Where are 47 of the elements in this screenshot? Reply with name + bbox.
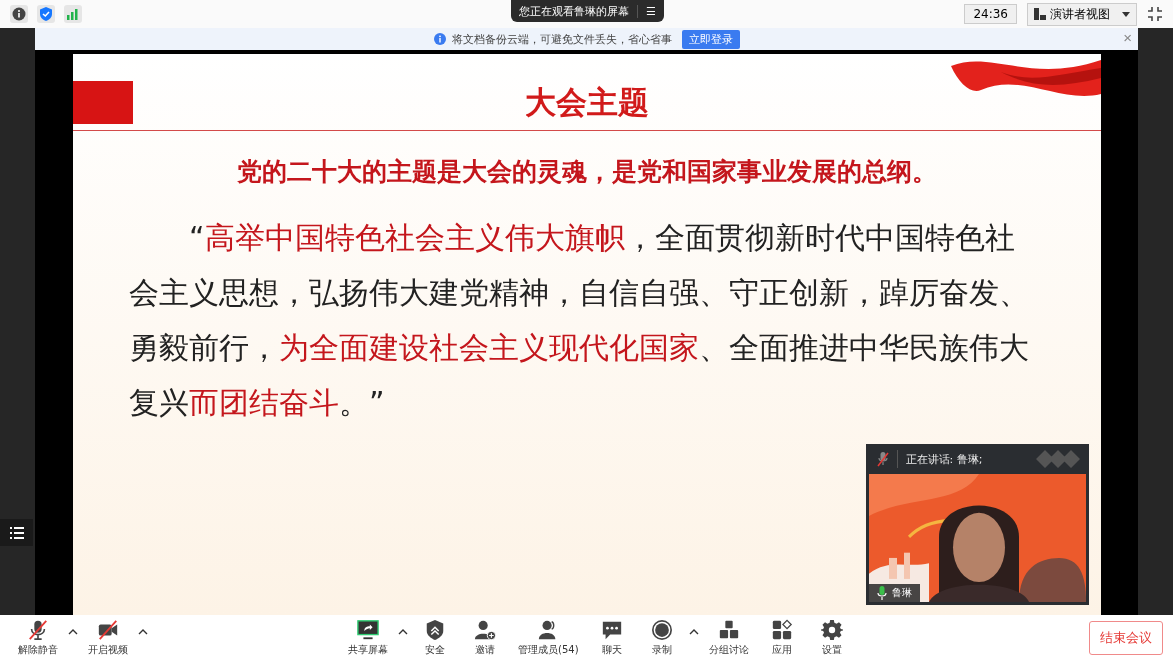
record-icon [650,618,673,641]
menu-button[interactable] [0,519,33,546]
camera-button[interactable]: 开启视频 [80,618,136,657]
login-button[interactable]: 立即登录 [681,29,740,49]
breakout-button[interactable]: 分组讨论 [700,618,757,657]
share-button[interactable]: 共享屏幕 [340,618,396,657]
caret-icon[interactable] [138,628,148,635]
blocks-icon [717,618,740,641]
logo-icon [1035,450,1080,468]
notice-text: 将文档备份云端，可避免文件丢失，省心省事 [451,31,672,47]
shield-icon[interactable] [37,5,55,23]
shield-button[interactable]: 安全 [410,618,460,657]
members-button[interactable]: 管理成员(54) [510,618,587,657]
screen-share-icon [357,618,379,641]
chat-button[interactable]: 聊天 [586,618,637,657]
view-menu-button[interactable]: ☰ [637,4,656,18]
slide-title: 大会主题 [524,83,649,122]
caret-icon[interactable] [68,628,78,635]
microphone-muted-icon [27,618,49,641]
speaker-name: 鲁琳 [891,586,912,600]
meeting-timer: 24:36 [964,4,1017,24]
shield-icon [424,618,446,641]
add-person-icon [474,618,496,641]
slide-accent-bar [72,81,133,124]
view-mode-dropdown[interactable]: 演讲者视图 [1027,2,1137,26]
caret-icon[interactable] [398,628,408,635]
menu-icon [9,526,24,539]
settings-button[interactable]: 设置 [806,618,857,657]
layout-icon [1034,8,1046,20]
viewing-label: 您正在观看鲁琳的屏幕 [519,3,629,19]
info-icon[interactable] [10,5,28,23]
apps-icon [770,618,793,641]
fullscreen-icon[interactable] [1147,6,1163,22]
camera-muted-icon [97,618,119,641]
caret-icon[interactable] [688,628,699,635]
quote-paragraph: “高举中国特色社会主义伟大旗帜，全面贯彻新时代中国特色社会主义思想，弘扬伟大建党精神，自信自强、守正创新，踔厉奋发、勇毅前行，为全面建设社会主义现代化国家、全面推进中华民族伟大复兴而团结奋斗。” [129,219,1030,422]
settings-icon [820,618,843,641]
mic-button[interactable]: 解除静音 [10,618,66,657]
mic-icon [876,586,887,600]
record-button[interactable]: 录制 [636,618,687,657]
invite-button[interactable]: 邀请 [460,618,510,657]
apps-button[interactable]: 应用 [756,618,807,657]
speaking-label: 正在讲话: 鲁琳; [905,451,983,467]
end-meeting-button[interactable]: 结束会议 [1089,620,1163,655]
caret-icon [1122,11,1130,17]
info-icon [433,33,446,45]
slide-subtitle: 党的二十大的主题是大会的灵魂，是党和国家事业发展的总纲。 [236,156,937,188]
